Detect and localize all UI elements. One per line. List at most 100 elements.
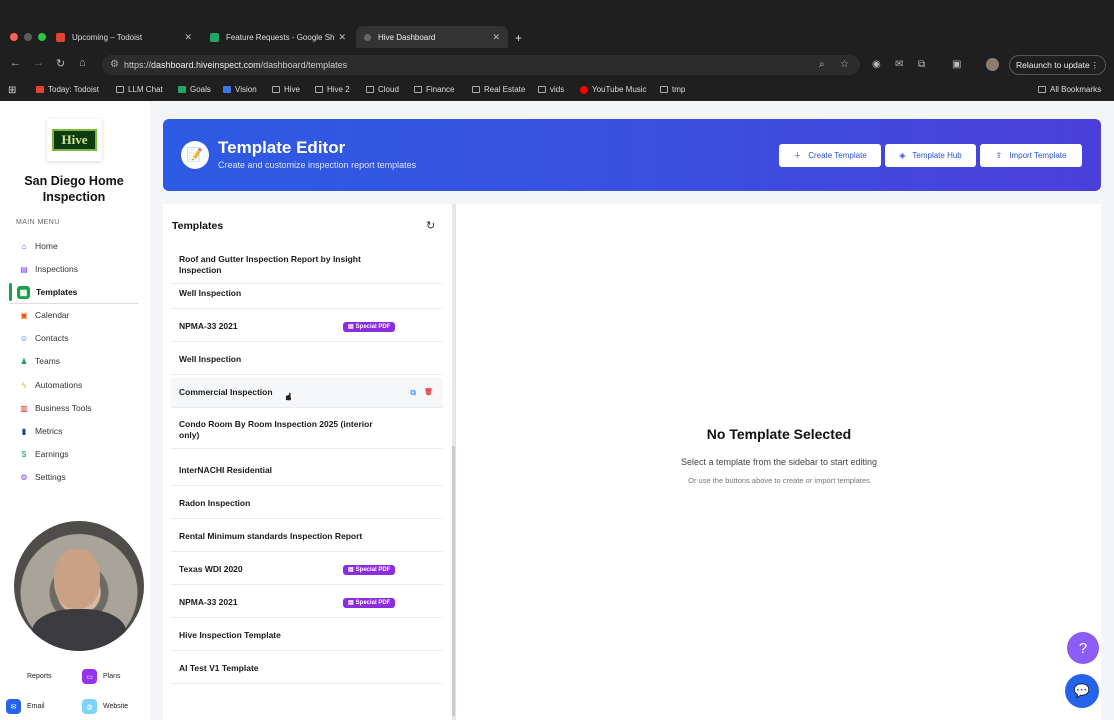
- sidebar-item-label: Earnings: [35, 449, 69, 459]
- sidebar-item-home[interactable]: ⌂ Home: [10, 237, 138, 255]
- template-item[interactable]: NPMA-33 2021 ▤ Special PDF: [171, 312, 443, 342]
- teams-icon: ♟: [20, 356, 28, 366]
- reports-link[interactable]: Reports: [27, 673, 52, 680]
- sidebar-item-label: Settings: [35, 472, 66, 482]
- sidebar-item-teams[interactable]: ♟ Teams: [10, 352, 138, 370]
- extension-mail-icon[interactable]: ✉: [895, 59, 903, 70]
- profile-avatar[interactable]: [986, 58, 999, 71]
- new-tab-icon[interactable]: +: [515, 31, 522, 45]
- bookmark-vision[interactable]: Vision: [223, 85, 257, 94]
- bookmark-star-icon[interactable]: ☆: [840, 59, 849, 70]
- template-item[interactable]: Rental Minimum standards Inspection Repo…: [171, 522, 443, 552]
- template-item[interactable]: Well Inspection: [171, 345, 443, 375]
- bookmark-goals[interactable]: Goals: [178, 85, 211, 94]
- plans-link[interactable]: ▭ Plans: [82, 669, 121, 684]
- templates-list[interactable]: Roof and Gutter Inspection Report by Ins…: [171, 246, 443, 720]
- reports-label: Reports: [27, 673, 52, 680]
- plans-icon: ▭: [82, 669, 97, 684]
- browser-tab-hive[interactable]: Hive Dashboard ✕: [356, 26, 508, 48]
- duplicate-icon[interactable]: ⧉: [410, 388, 416, 398]
- browser-tab-sheets[interactable]: Feature Requests - Google Sh ✕: [202, 26, 354, 48]
- template-item[interactable]: AI Test V1 Template: [171, 654, 443, 684]
- main-content: 📝 Template Editor Create and customize i…: [150, 101, 1114, 720]
- bookmark-hive[interactable]: Hive: [272, 85, 300, 94]
- help-button[interactable]: ?: [1067, 632, 1099, 664]
- sidebar-item-settings[interactable]: ⚙ Settings: [10, 468, 138, 486]
- sidebar-item-earnings[interactable]: $ Earnings: [10, 445, 138, 463]
- extension-camera-icon[interactable]: ◉: [872, 59, 881, 70]
- template-name: Hive Inspection Template: [179, 630, 281, 640]
- template-item[interactable]: Hive Inspection Template: [171, 621, 443, 651]
- home-icon: ⌂: [21, 241, 27, 251]
- close-window-dot[interactable]: [10, 33, 18, 41]
- address-bar[interactable]: https://dashboard.hiveinspect.com/dashbo…: [102, 55, 860, 75]
- create-template-button[interactable]: ＋ Create Template: [779, 144, 881, 167]
- bookmark-youtube-music[interactable]: YouTube Music: [580, 85, 647, 94]
- bookmark-hive-2[interactable]: Hive 2: [315, 85, 350, 94]
- relaunch-label: Relaunch to update: [1016, 60, 1090, 70]
- empty-state-hint: Or use the buttons above to create or im…: [688, 476, 870, 485]
- template-item[interactable]: Texas WDI 2020 ▤ Special PDF: [171, 555, 443, 585]
- back-icon[interactable]: ←: [10, 57, 21, 69]
- template-item[interactable]: Condo Room By Room Inspection 2025 (inte…: [171, 411, 443, 449]
- plans-label: Plans: [103, 673, 121, 680]
- page-subtitle: Create and customize inspection report t…: [218, 160, 417, 170]
- template-item[interactable]: InterNACHI Residential: [171, 456, 443, 486]
- all-bookmarks[interactable]: All Bookmarks: [1038, 85, 1101, 94]
- website-link[interactable]: ◍ Website: [82, 699, 128, 714]
- sidebar-item-metrics[interactable]: ▮ Metrics: [10, 422, 138, 440]
- home-browser-icon[interactable]: ⌂: [79, 57, 86, 69]
- relaunch-button[interactable]: Relaunch to update ⋮: [1009, 55, 1106, 75]
- close-tab-icon[interactable]: ✕: [338, 32, 346, 43]
- template-hub-button[interactable]: ◈ Template Hub: [885, 144, 976, 167]
- zoom-icon[interactable]: ⌕: [819, 59, 825, 70]
- sidebar-item-contacts[interactable]: ☺ Contacts: [10, 329, 138, 347]
- import-template-button[interactable]: ⇪ Import Template: [980, 144, 1082, 167]
- sidebar-item-automations[interactable]: ϟ Automations: [10, 376, 138, 394]
- bookmark-label: Hive 2: [327, 85, 350, 94]
- sidebar-item-templates[interactable]: ▦ Templates: [9, 283, 138, 304]
- gear-icon: ⚙: [20, 472, 28, 482]
- special-pdf-badge: ▤ Special PDF: [343, 321, 396, 332]
- refresh-icon[interactable]: ↻: [426, 219, 435, 232]
- close-tab-icon[interactable]: ✕: [492, 32, 500, 43]
- bookmark-finance[interactable]: Finance: [414, 85, 454, 94]
- forward-icon[interactable]: →: [33, 57, 44, 69]
- template-item[interactable]: Commercial Inspection ⧉ 🗑 ☚: [171, 378, 443, 408]
- template-item[interactable]: Well Inspection: [171, 279, 443, 309]
- email-icon: ✉: [6, 699, 21, 714]
- template-item[interactable]: NPMA-33 2021 ▤ Special PDF: [171, 588, 443, 618]
- template-item[interactable]: Radon Inspection: [171, 489, 443, 519]
- bookmark-tmp[interactable]: tmp: [660, 85, 685, 94]
- browser-tab-todoist[interactable]: Upcoming – Todoist ✕: [48, 26, 200, 48]
- sidebar-item-label: Inspections: [35, 264, 78, 274]
- editor-panel: No Template Selected Select a template f…: [455, 204, 1101, 720]
- sidebar-item-inspections[interactable]: ▤ Inspections: [10, 260, 138, 278]
- bookmark-cloud[interactable]: Cloud: [366, 85, 399, 94]
- sheets-icon: [210, 32, 219, 42]
- sidepanel-icon[interactable]: ▣: [952, 59, 961, 70]
- tab-title: Feature Requests - Google Sh: [226, 32, 335, 42]
- close-tab-icon[interactable]: ✕: [184, 32, 192, 43]
- email-label: Email: [27, 703, 45, 710]
- sidebar-item-business-tools[interactable]: ▥ Business Tools: [10, 399, 138, 417]
- help-icon: ?: [1078, 639, 1088, 657]
- delete-icon[interactable]: 🗑: [424, 388, 433, 398]
- reload-icon[interactable]: ↻: [56, 57, 65, 70]
- sidebar-item-label: Templates: [36, 287, 78, 297]
- bookmark-vids[interactable]: vids: [538, 85, 564, 94]
- more-vertical-icon[interactable]: ⋮: [1091, 60, 1100, 71]
- extensions-puzzle-icon[interactable]: ⧉: [918, 59, 925, 70]
- bookmark-real-estate[interactable]: Real Estate: [472, 85, 525, 94]
- site-info-icon[interactable]: ⚙: [110, 59, 119, 70]
- bookmark-label: All Bookmarks: [1050, 85, 1102, 94]
- email-link[interactable]: ✉ Email: [6, 699, 45, 714]
- maximize-window-dot[interactable]: [38, 33, 46, 41]
- apps-grid-icon[interactable]: ⊞: [8, 85, 16, 96]
- badge-label: Special PDF: [355, 323, 391, 330]
- minimize-window-dot[interactable]: [24, 33, 32, 41]
- bookmark-llm-chat[interactable]: LLM Chat: [116, 85, 163, 94]
- sidebar-item-calendar[interactable]: ▣ Calendar: [10, 306, 138, 324]
- chat-button[interactable]: 💬: [1065, 674, 1099, 708]
- bookmark-todoist[interactable]: Today: Todoist: [36, 85, 99, 94]
